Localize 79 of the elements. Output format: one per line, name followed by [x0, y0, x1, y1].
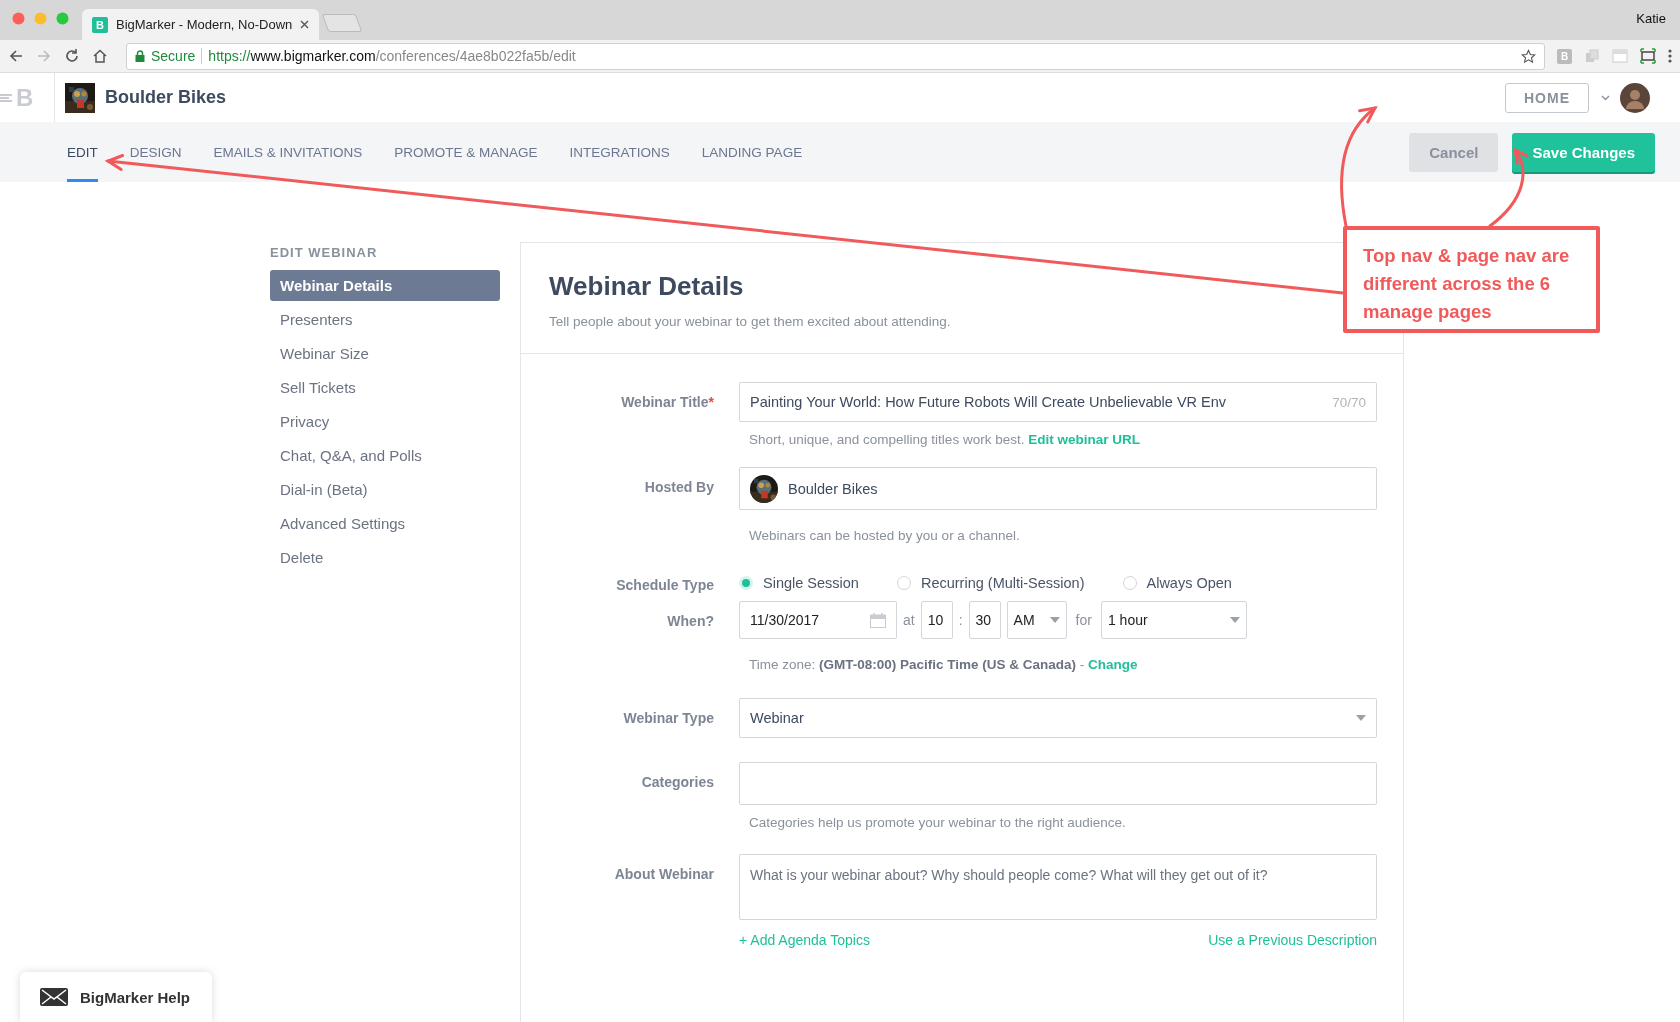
forward-icon[interactable]	[36, 48, 52, 64]
radio-button[interactable]	[1122, 576, 1137, 590]
radio-option[interactable]: Single Session	[739, 575, 859, 591]
caret-icon	[1049, 617, 1060, 623]
meridiem-select[interactable]: AM	[1006, 601, 1067, 639]
field-label: Webinar Title*	[621, 394, 714, 410]
nav-tab[interactable]: EDIT	[67, 122, 98, 182]
help-button[interactable]: BigMarker Help	[20, 972, 212, 1022]
address-bar[interactable]: Secure https://www.bigmarker.com/conferences/4ae8b022fa5b/edit	[126, 42, 1545, 70]
sidebar-item[interactable]: Advanced Settings	[270, 508, 500, 539]
radio-option[interactable]: Recurring (Multi-Session)	[896, 575, 1085, 591]
type-select[interactable]: Webinar	[739, 698, 1377, 738]
title-field[interactable]: Painting Your World: How Future Robots Will Create Unbelievable VR Env 70/70	[739, 382, 1377, 422]
nav-tab[interactable]: EMAILS & INVITATIONS	[213, 122, 363, 182]
avatar-icon[interactable]	[1620, 82, 1650, 113]
nav-tab[interactable]: PROMOTE & MANAGE	[394, 122, 538, 182]
field-label: Webinar Type	[623, 710, 714, 726]
timezone-text: Time zone: (GMT-08:00) Pacific Time (US & Canada) - Change	[749, 657, 1138, 672]
sidebar-item[interactable]: Presenters	[270, 304, 500, 335]
close-icon[interactable]	[300, 20, 310, 29]
at-label: at	[903, 612, 915, 628]
window-icon[interactable]	[1612, 48, 1628, 64]
for-label: for	[1075, 612, 1092, 628]
about-field[interactable]: What is your webinar about? Why should people come? What will they get out of it?	[739, 854, 1377, 920]
caret-icon	[1229, 617, 1240, 623]
url-text: https://www.bigmarker.com/conferences/4ae8b022fa5b/edit	[208, 48, 576, 64]
star-icon[interactable]	[1521, 48, 1536, 64]
copy-icon[interactable]	[1584, 48, 1600, 64]
field-hint: Categories help us promote your webinar to the right audience.	[749, 815, 1126, 830]
annotation-note: Top nav & page nav are different across the 6 manage pages	[1343, 226, 1600, 333]
field-label: Schedule Type	[616, 577, 714, 593]
caret-icon[interactable]	[1601, 94, 1610, 101]
calendar-icon[interactable]	[870, 612, 886, 628]
brand-name[interactable]: Boulder Bikes	[105, 87, 227, 108]
nav-tab[interactable]: INTEGRATIONS	[569, 122, 670, 182]
tab-title: BigMarker - Modern, No-Down	[116, 17, 293, 32]
new-tab-button[interactable]	[322, 14, 363, 32]
field-label: About Webinar	[614, 866, 714, 882]
window-maximize-icon[interactable]	[56, 12, 69, 25]
window-close-icon[interactable]	[12, 12, 25, 25]
lock-icon	[135, 50, 145, 62]
hour-field[interactable]: 10	[920, 601, 953, 639]
secure-label: Secure	[151, 48, 196, 64]
screen-capture-icon[interactable]	[1640, 48, 1656, 64]
home-button[interactable]: HOME	[1505, 82, 1589, 113]
duration-select[interactable]: 1 hour	[1100, 601, 1247, 639]
radio-button[interactable]	[739, 576, 753, 590]
field-label: Hosted By	[644, 479, 714, 495]
date-field[interactable]: 11/30/2017	[739, 601, 897, 639]
categories-field[interactable]	[739, 762, 1377, 805]
sidebar-item[interactable]: Webinar Size	[270, 338, 500, 369]
host-field[interactable]: Boulder Bikes	[739, 467, 1377, 510]
field-hint: Short, unique, and compelling titles work best. Edit webinar URL	[749, 432, 1140, 447]
browser-tab[interactable]: B BigMarker - Modern, No-Down	[82, 9, 320, 40]
nav-tab[interactable]: LANDING PAGE	[701, 122, 803, 182]
sidebar-item[interactable]: Sell Tickets	[270, 372, 500, 403]
sidebar-item[interactable]: Webinar Details	[270, 270, 500, 301]
menu-icon[interactable]	[1668, 49, 1672, 63]
profile-name[interactable]: Katie	[1636, 11, 1666, 26]
caret-icon	[1356, 715, 1366, 721]
reload-icon[interactable]	[64, 48, 80, 64]
sidebar-item[interactable]: Privacy	[270, 406, 500, 437]
home-icon[interactable]	[92, 48, 108, 64]
back-icon[interactable]	[8, 48, 24, 64]
field-label: Categories	[641, 774, 714, 790]
sidebar-item[interactable]: Delete	[270, 542, 500, 573]
radio-option[interactable]: Always Open	[1122, 575, 1232, 591]
favicon: B	[92, 16, 108, 33]
section-heading: EDIT WEBINAR	[270, 245, 379, 260]
mail-icon	[40, 988, 68, 1006]
window-minimize-icon[interactable]	[34, 12, 47, 25]
field-label: When?	[667, 613, 714, 629]
radio-button[interactable]	[896, 576, 911, 590]
time-separator: :	[958, 612, 963, 628]
sidebar-item[interactable]: Dial-in (Beta)	[270, 474, 500, 505]
field-hint: Webinars can be hosted by you or a channel.	[749, 528, 1020, 543]
sidebar-item[interactable]: Chat, Q&A, and Polls	[270, 440, 500, 471]
minute-field[interactable]: 30	[968, 601, 1001, 639]
nav-tab[interactable]: DESIGN	[129, 122, 182, 182]
